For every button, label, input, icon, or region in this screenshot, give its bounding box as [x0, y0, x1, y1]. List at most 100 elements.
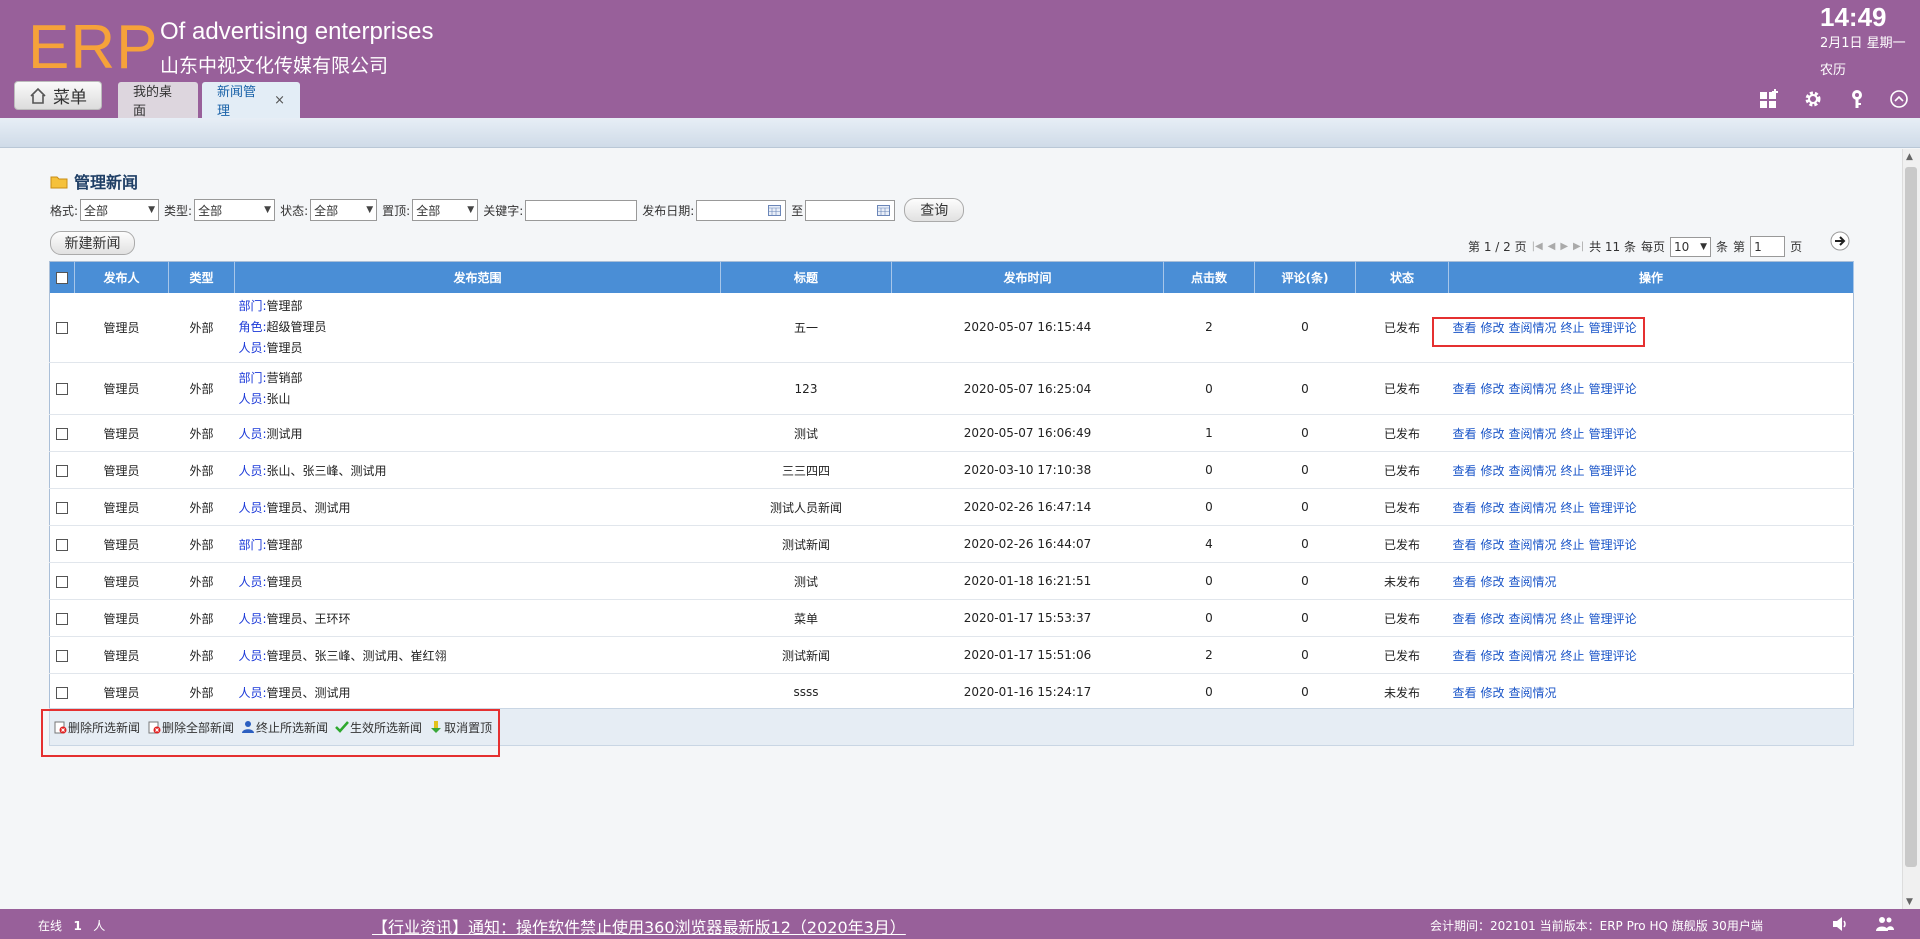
edit-link[interactable]: 修改 — [1481, 649, 1505, 663]
speaker-icon[interactable] — [1830, 914, 1850, 934]
col-title[interactable]: 标题 — [720, 261, 892, 293]
menu-button[interactable]: 菜单 — [14, 81, 102, 110]
date-to-input[interactable] — [805, 199, 896, 221]
view-link[interactable]: 查看 — [1453, 501, 1477, 515]
status-select[interactable]: 全部 ▼ — [310, 199, 378, 221]
calendar-icon[interactable] — [768, 204, 782, 216]
manage-comments-link[interactable]: 管理评论 — [1589, 464, 1637, 478]
read-status-link[interactable]: 查阅情况 — [1509, 464, 1557, 478]
tab-my-desktop[interactable]: 我的桌面 — [118, 82, 198, 119]
col-comments[interactable]: 评论(条) — [1254, 261, 1356, 293]
view-link[interactable]: 查看 — [1453, 321, 1477, 335]
stop-link[interactable]: 终止 — [1561, 501, 1585, 515]
edit-link[interactable]: 修改 — [1481, 464, 1505, 478]
type-select[interactable]: 全部 ▼ — [194, 199, 276, 221]
stop-link[interactable]: 终止 — [1561, 321, 1585, 335]
edit-link[interactable]: 修改 — [1481, 382, 1505, 396]
new-news-button[interactable]: 新建新闻 — [50, 231, 135, 255]
title-cell[interactable]: 测试新闻 — [720, 636, 892, 674]
row-checkbox[interactable] — [56, 575, 69, 588]
read-status-link[interactable]: 查阅情况 — [1509, 501, 1557, 515]
title-cell[interactable]: 测试 — [720, 414, 892, 452]
edit-link[interactable]: 修改 — [1481, 501, 1505, 515]
row-checkbox[interactable] — [56, 686, 69, 699]
view-link[interactable]: 查看 — [1453, 464, 1477, 478]
view-link[interactable]: 查看 — [1453, 427, 1477, 441]
title-cell[interactable]: 测试 — [720, 562, 892, 600]
scroll-down-icon[interactable]: ▼ — [1906, 897, 1916, 907]
stop-link[interactable]: 终止 — [1561, 538, 1585, 552]
stop-link[interactable]: 终止 — [1561, 464, 1585, 478]
stop-link[interactable]: 终止 — [1561, 612, 1585, 626]
read-status-link[interactable]: 查阅情况 — [1509, 538, 1557, 552]
format-select[interactable]: 全部 ▼ — [80, 199, 160, 221]
last-page-icon[interactable]: ▶| — [1573, 241, 1584, 252]
title-cell[interactable]: 测试新闻 — [720, 525, 892, 563]
first-page-icon[interactable]: |◀ — [1532, 241, 1543, 252]
view-link[interactable]: 查看 — [1453, 649, 1477, 663]
per-page-select[interactable]: 10 ▼ — [1670, 236, 1712, 257]
collapse-up-icon[interactable] — [1888, 88, 1910, 110]
col-clicks[interactable]: 点击数 — [1163, 261, 1255, 293]
prev-page-icon[interactable]: ◀ — [1548, 241, 1556, 252]
col-time[interactable]: 发布时间 — [891, 261, 1164, 293]
delete-selected-button[interactable]: 删除所选新闻 — [53, 719, 140, 736]
read-status-link[interactable]: 查阅情况 — [1509, 649, 1557, 663]
key-icon[interactable] — [1846, 88, 1868, 110]
edit-link[interactable]: 修改 — [1481, 686, 1505, 700]
col-type[interactable]: 类型 — [168, 261, 235, 293]
keyword-input[interactable] — [525, 199, 638, 221]
tab-close-icon[interactable]: × — [274, 93, 285, 108]
top-select[interactable]: 全部 ▼ — [412, 199, 479, 221]
edit-link[interactable]: 修改 — [1481, 538, 1505, 552]
activate-selected-button[interactable]: 生效所选新闻 — [335, 719, 422, 736]
go-arrow-icon[interactable] — [1830, 231, 1850, 251]
edit-link[interactable]: 修改 — [1481, 612, 1505, 626]
read-status-link[interactable]: 查阅情况 — [1509, 427, 1557, 441]
read-status-link[interactable]: 查阅情况 — [1509, 575, 1557, 589]
delete-all-button[interactable]: 删除全部新闻 — [147, 719, 234, 736]
manage-comments-link[interactable]: 管理评论 — [1589, 538, 1637, 552]
query-button[interactable]: 查询 — [904, 198, 965, 222]
title-cell[interactable]: 菜单 — [720, 599, 892, 637]
news-ticker-link[interactable]: 【行业资讯】通知：操作软件禁止使用360浏览器最新版12（2020年3月） — [372, 914, 906, 938]
view-link[interactable]: 查看 — [1453, 575, 1477, 589]
select-all-checkbox[interactable] — [56, 271, 68, 284]
edit-link[interactable]: 修改 — [1481, 321, 1505, 335]
date-from-input[interactable] — [696, 199, 787, 221]
manage-comments-link[interactable]: 管理评论 — [1589, 501, 1637, 515]
grid-add-icon[interactable] — [1758, 88, 1780, 110]
calendar-icon[interactable] — [877, 204, 891, 216]
gear-icon[interactable] — [1802, 88, 1824, 110]
manage-comments-link[interactable]: 管理评论 — [1589, 649, 1637, 663]
scrollbar-thumb[interactable] — [1905, 167, 1917, 867]
stop-link[interactable]: 终止 — [1561, 427, 1585, 441]
row-checkbox[interactable] — [56, 464, 69, 477]
row-checkbox[interactable] — [56, 649, 69, 662]
cancel-top-button[interactable]: 取消置顶 — [429, 719, 492, 736]
title-cell[interactable]: ssss — [720, 673, 892, 711]
title-cell[interactable]: 三三四四 — [720, 451, 892, 489]
row-checkbox[interactable] — [56, 612, 69, 625]
view-link[interactable]: 查看 — [1453, 382, 1477, 396]
row-checkbox[interactable] — [56, 501, 69, 514]
edit-link[interactable]: 修改 — [1481, 575, 1505, 589]
stop-link[interactable]: 终止 — [1561, 649, 1585, 663]
col-status[interactable]: 状态 — [1355, 261, 1449, 293]
read-status-link[interactable]: 查阅情况 — [1509, 321, 1557, 335]
stop-link[interactable]: 终止 — [1561, 382, 1585, 396]
view-link[interactable]: 查看 — [1453, 612, 1477, 626]
users-icon[interactable] — [1875, 914, 1895, 934]
manage-comments-link[interactable]: 管理评论 — [1589, 612, 1637, 626]
tab-news-management[interactable]: 新闻管理 × — [202, 82, 300, 119]
title-cell[interactable]: 123 — [720, 362, 892, 415]
col-scope[interactable]: 发布范围 — [234, 261, 721, 293]
title-cell[interactable]: 五一 — [720, 292, 892, 363]
read-status-link[interactable]: 查阅情况 — [1509, 612, 1557, 626]
scroll-up-icon[interactable]: ▲ — [1906, 152, 1916, 162]
edit-link[interactable]: 修改 — [1481, 427, 1505, 441]
manage-comments-link[interactable]: 管理评论 — [1589, 382, 1637, 396]
title-cell[interactable]: 测试人员新闻 — [720, 488, 892, 526]
row-checkbox[interactable] — [56, 383, 69, 395]
read-status-link[interactable]: 查阅情况 — [1509, 382, 1557, 396]
